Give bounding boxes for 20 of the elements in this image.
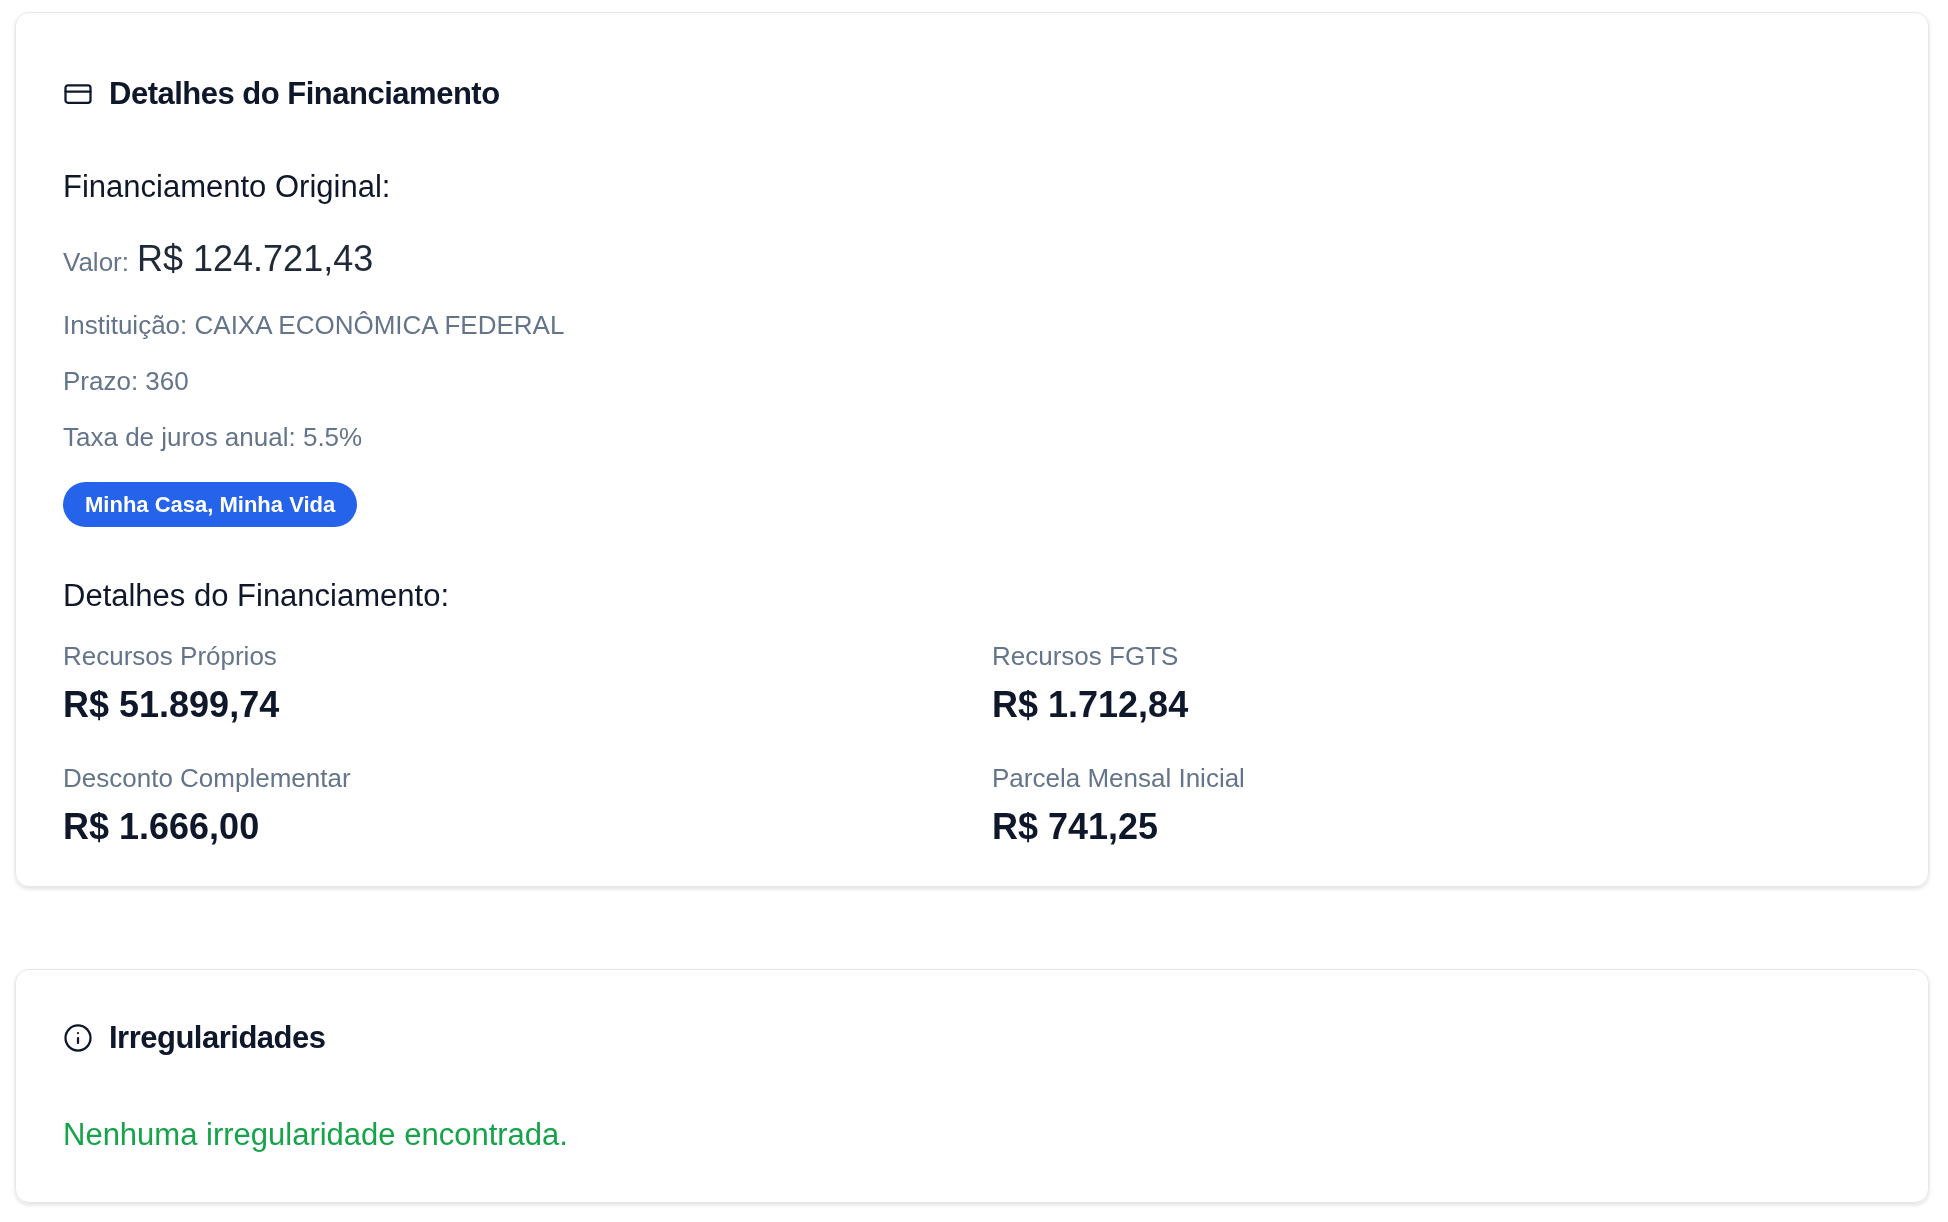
card-title: Irregularidades bbox=[109, 1019, 326, 1057]
detail-label: Recursos FGTS bbox=[992, 640, 1179, 673]
status-message: Nenhuma irregularidade encontrada. bbox=[63, 1116, 568, 1154]
detail-value: R$ 1.666,00 bbox=[63, 805, 260, 849]
info-line: Instituição: CAIXA ECONÔMICA FEDERAL bbox=[63, 309, 565, 342]
detail-value: R$ 1.712,84 bbox=[992, 683, 1189, 727]
value-amount: R$ 124.721,43 bbox=[137, 237, 374, 281]
detail-label: Parcela Mensal Inicial bbox=[992, 762, 1245, 795]
detail-label: Desconto Complementar bbox=[63, 762, 351, 795]
detail-label: Recursos Próprios bbox=[63, 640, 277, 673]
detail-value: R$ 741,25 bbox=[992, 805, 1159, 849]
section-heading: Detalhes do Financiamento: bbox=[63, 577, 449, 615]
info-line: Taxa de juros anual: 5.5% bbox=[63, 421, 363, 454]
info-line: Prazo: 360 bbox=[63, 365, 189, 398]
section-heading: Financiamento Original: bbox=[63, 168, 392, 206]
info-icon bbox=[63, 1023, 93, 1053]
value-label: Valor: bbox=[63, 246, 129, 279]
program-badge: Minha Casa, Minha Vida bbox=[63, 482, 358, 527]
card-title: Detalhes do Financiamento bbox=[109, 75, 500, 113]
detail-value: R$ 51.899,74 bbox=[63, 683, 280, 727]
